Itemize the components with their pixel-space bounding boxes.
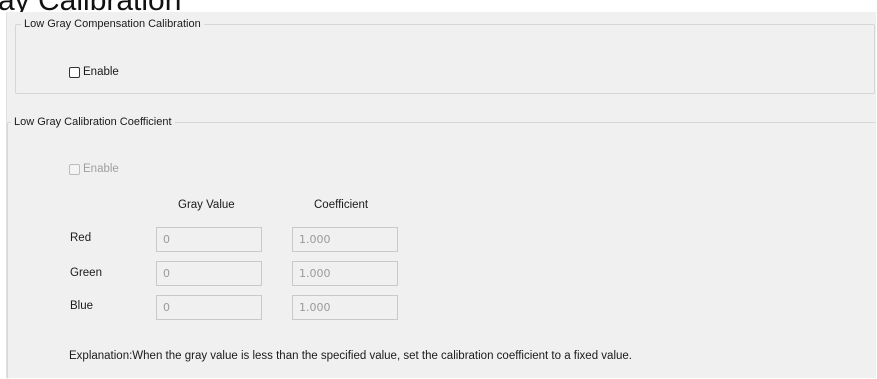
compensation-enable-checkbox[interactable]: Enable bbox=[69, 66, 119, 78]
gray-value-header: Gray Value bbox=[178, 199, 235, 211]
green-gray-value-input[interactable]: 0 bbox=[156, 261, 262, 286]
coefficient-header: Coefficient bbox=[314, 199, 369, 211]
coefficient-group: Low Gray Calibration Coefficient Enable … bbox=[7, 116, 876, 379]
coefficient-group-title: Low Gray Calibration Coefficient bbox=[11, 116, 175, 128]
green-coefficient-input[interactable]: 1.000 bbox=[292, 261, 398, 286]
row-label-blue: Blue bbox=[70, 300, 94, 312]
compensation-group-title: Low Gray Compensation Calibration bbox=[21, 18, 204, 30]
red-coefficient-input[interactable]: 1.000 bbox=[292, 227, 398, 252]
compensation-enable-box[interactable] bbox=[69, 66, 80, 78]
compensation-enable-label: Enable bbox=[83, 66, 119, 78]
coefficient-enable-checkbox[interactable]: Enable bbox=[69, 163, 119, 175]
row-label-red: Red bbox=[70, 232, 92, 244]
blue-coefficient-input[interactable]: 1.000 bbox=[292, 295, 398, 320]
blue-gray-value-input[interactable]: 0 bbox=[156, 295, 262, 320]
explanation-text: Explanation:When the gray value is less … bbox=[69, 350, 632, 362]
calibration-panel: Low Gray Compensation Calibration Enable… bbox=[6, 12, 876, 379]
red-gray-value-input[interactable]: 0 bbox=[156, 227, 262, 252]
compensation-group: Low Gray Compensation Calibration Enable bbox=[15, 18, 875, 94]
row-label-green: Green bbox=[70, 267, 102, 279]
coefficient-enable-label: Enable bbox=[83, 163, 119, 175]
coefficient-enable-box[interactable] bbox=[69, 163, 80, 175]
